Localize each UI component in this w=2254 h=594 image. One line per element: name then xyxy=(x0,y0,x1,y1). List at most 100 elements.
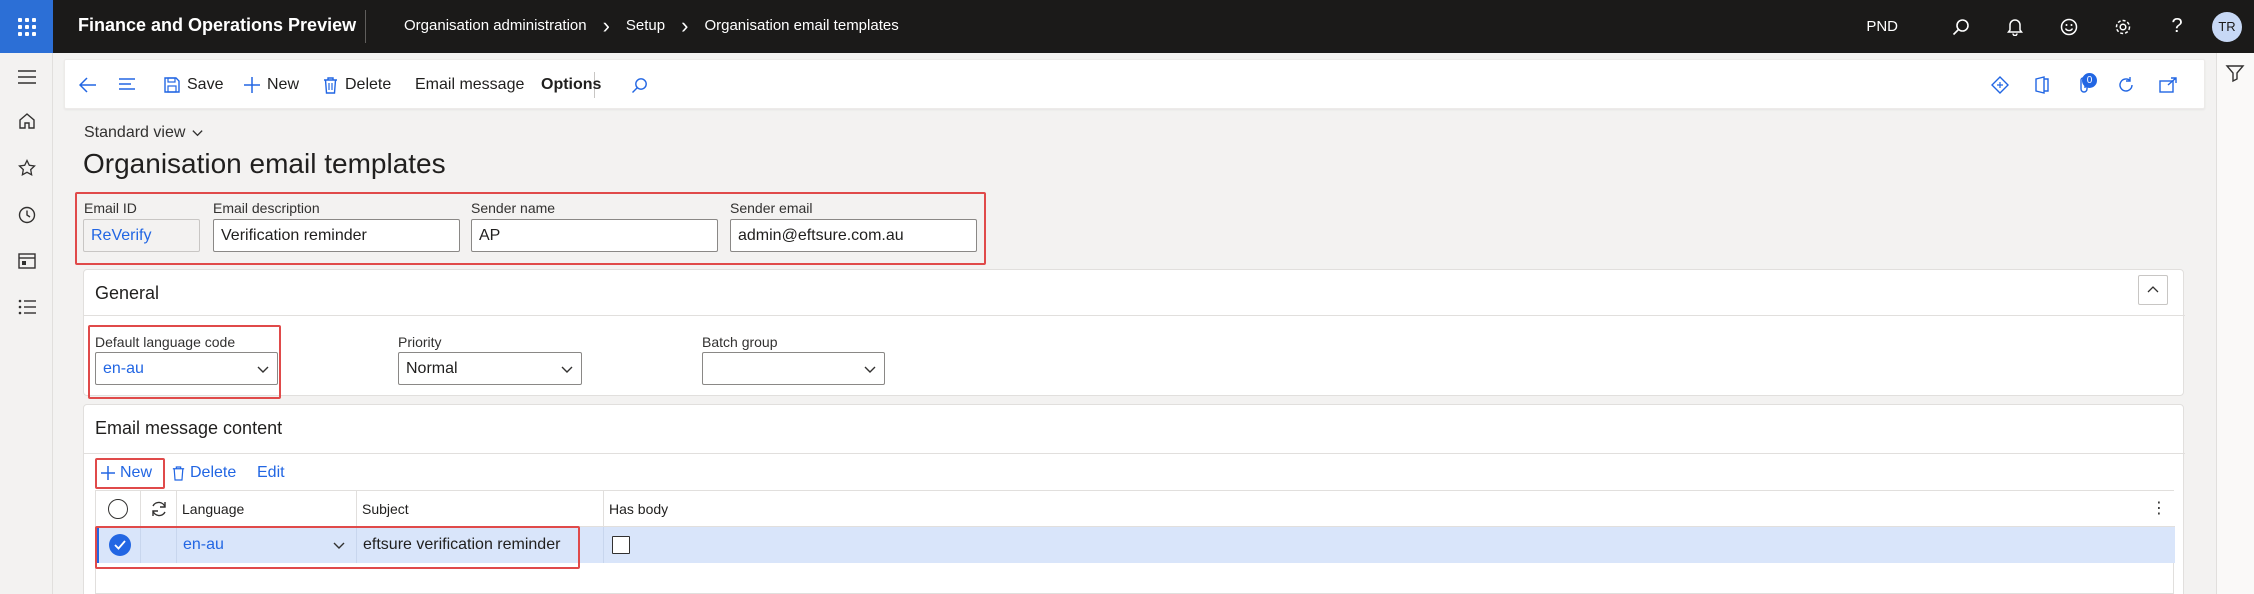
chevron-down-icon xyxy=(332,538,346,552)
hamburger-icon[interactable] xyxy=(0,57,53,97)
column-header-language[interactable]: Language xyxy=(177,491,357,527)
options-tab[interactable]: Options xyxy=(541,60,601,110)
batch-group-label: Batch group xyxy=(702,334,778,350)
options-label: Options xyxy=(541,76,602,93)
general-divider xyxy=(84,315,2185,316)
avatar[interactable]: TR xyxy=(2212,11,2242,42)
refresh-icon xyxy=(151,501,166,517)
back-arrow-icon xyxy=(79,77,97,93)
topbar-divider xyxy=(365,10,366,43)
popout-icon[interactable] xyxy=(2148,60,2188,110)
action-pane: Save New Delete Email message Options 0 xyxy=(64,59,2205,109)
email-id-label: Email ID xyxy=(84,200,137,216)
select-all-radio[interactable] xyxy=(108,499,128,519)
priority-label: Priority xyxy=(398,334,442,350)
row-language-cell[interactable]: en-au xyxy=(177,527,357,563)
more-options-icon[interactable]: ⋮ xyxy=(2151,501,2167,517)
help-icon[interactable]: ? xyxy=(2150,0,2204,53)
save-button[interactable]: Save xyxy=(164,60,223,110)
chevron-down-icon xyxy=(863,362,877,376)
chevron-down-icon xyxy=(191,126,205,140)
breadcrumb-chevron-icon: › xyxy=(602,13,610,38)
row-has-body-cell[interactable] xyxy=(604,527,714,563)
batch-group-select[interactable] xyxy=(702,352,885,385)
sender-name-label: Sender name xyxy=(471,200,556,216)
refresh-icon[interactable] xyxy=(2106,60,2146,110)
refresh-column-cell[interactable] xyxy=(141,491,177,527)
row-spacer-cell xyxy=(141,527,177,563)
gear-icon[interactable] xyxy=(2096,0,2150,53)
priority-value: Normal xyxy=(406,359,458,377)
breadcrumb-chevron-icon: › xyxy=(681,13,689,38)
search-icon xyxy=(631,77,648,94)
general-title[interactable]: General xyxy=(95,283,159,304)
grid-edit-label: Edit xyxy=(257,464,285,481)
new-label: New xyxy=(267,76,300,93)
page-title: Organisation email templates xyxy=(83,148,446,179)
waffle-icon[interactable] xyxy=(0,0,53,53)
grid-new-button[interactable]: New xyxy=(101,461,152,485)
clock-icon[interactable] xyxy=(0,195,53,235)
email-content-divider xyxy=(84,453,2185,454)
sender-email-label: Sender email xyxy=(730,200,813,216)
company-picker[interactable]: PND xyxy=(1866,18,1898,35)
new-button[interactable]: New xyxy=(244,60,299,110)
grid-delete-button[interactable]: Delete xyxy=(172,461,236,485)
trash-icon xyxy=(172,465,185,481)
grid-new-label: New xyxy=(120,464,153,481)
column-header-subject[interactable]: Subject xyxy=(357,491,604,527)
priority-select[interactable]: Normal xyxy=(398,352,582,385)
smiley-icon[interactable] xyxy=(2042,0,2096,53)
trash-icon xyxy=(323,76,338,94)
menu-lines-icon xyxy=(119,78,137,92)
email-message-tab[interactable]: Email message xyxy=(415,60,524,110)
plus-icon xyxy=(244,77,260,93)
sender-name-field[interactable]: AP xyxy=(471,219,718,252)
sender-email-field[interactable]: admin@eftsure.com.au xyxy=(730,219,977,252)
view-selector[interactable]: Standard view xyxy=(84,124,205,142)
grid-edit-button[interactable]: Edit xyxy=(257,461,285,485)
back-button[interactable] xyxy=(79,60,97,110)
attachment-count-badge: 0 xyxy=(2082,73,2097,88)
workspace-icon[interactable] xyxy=(0,241,53,281)
email-content-grid: Language Subject Has body ⋮ en-au eftsur… xyxy=(95,490,2175,594)
collapse-button[interactable] xyxy=(2138,275,2168,305)
search-icon[interactable] xyxy=(1934,0,1988,53)
bell-icon[interactable] xyxy=(1988,0,2042,53)
top-bar: Finance and Operations Preview Organisat… xyxy=(0,0,2254,53)
chevron-down-icon xyxy=(560,362,574,376)
row-select-cell[interactable] xyxy=(99,527,141,563)
filter-icon[interactable] xyxy=(2225,63,2247,85)
star-icon[interactable] xyxy=(0,148,53,188)
has-body-checkbox[interactable] xyxy=(612,536,630,554)
default-language-value: en-au xyxy=(103,359,144,377)
view-label: Standard view xyxy=(84,124,186,141)
breadcrumb-item-current[interactable]: Organisation email templates xyxy=(704,17,898,34)
attachment-button[interactable]: 0 xyxy=(2064,60,2104,110)
menu-lines-button[interactable] xyxy=(119,60,137,110)
column-header-has-body[interactable]: Has body xyxy=(604,491,2175,527)
grid-delete-label: Delete xyxy=(190,464,237,481)
breadcrumb-item-organisation-administration[interactable]: Organisation administration xyxy=(404,17,587,34)
default-language-select[interactable]: en-au xyxy=(95,352,278,385)
left-navigation xyxy=(0,53,53,594)
grid-header: Language Subject Has body ⋮ xyxy=(96,491,2175,527)
breadcrumb-item-setup[interactable]: Setup xyxy=(626,17,665,34)
office-icon[interactable] xyxy=(2022,60,2062,110)
table-row[interactable]: en-au eftsure verification reminder xyxy=(96,527,2175,563)
email-description-field[interactable]: Verification reminder xyxy=(213,219,460,252)
delete-label: Delete xyxy=(345,76,392,93)
app-title[interactable]: Finance and Operations Preview xyxy=(78,15,356,36)
list-icon[interactable] xyxy=(0,287,53,327)
right-pane xyxy=(2216,53,2254,594)
diamond-icon[interactable] xyxy=(1980,60,2020,110)
email-id-field[interactable]: ReVerify xyxy=(83,219,200,252)
select-all-cell[interactable] xyxy=(96,491,141,527)
home-icon[interactable] xyxy=(0,101,53,141)
chevron-down-icon xyxy=(256,362,270,376)
row-subject-cell[interactable]: eftsure verification reminder xyxy=(357,527,604,563)
delete-button[interactable]: Delete xyxy=(323,60,391,110)
action-search-button[interactable] xyxy=(631,60,648,110)
checkmark-icon[interactable] xyxy=(108,534,131,556)
email-content-title[interactable]: Email message content xyxy=(95,418,282,439)
